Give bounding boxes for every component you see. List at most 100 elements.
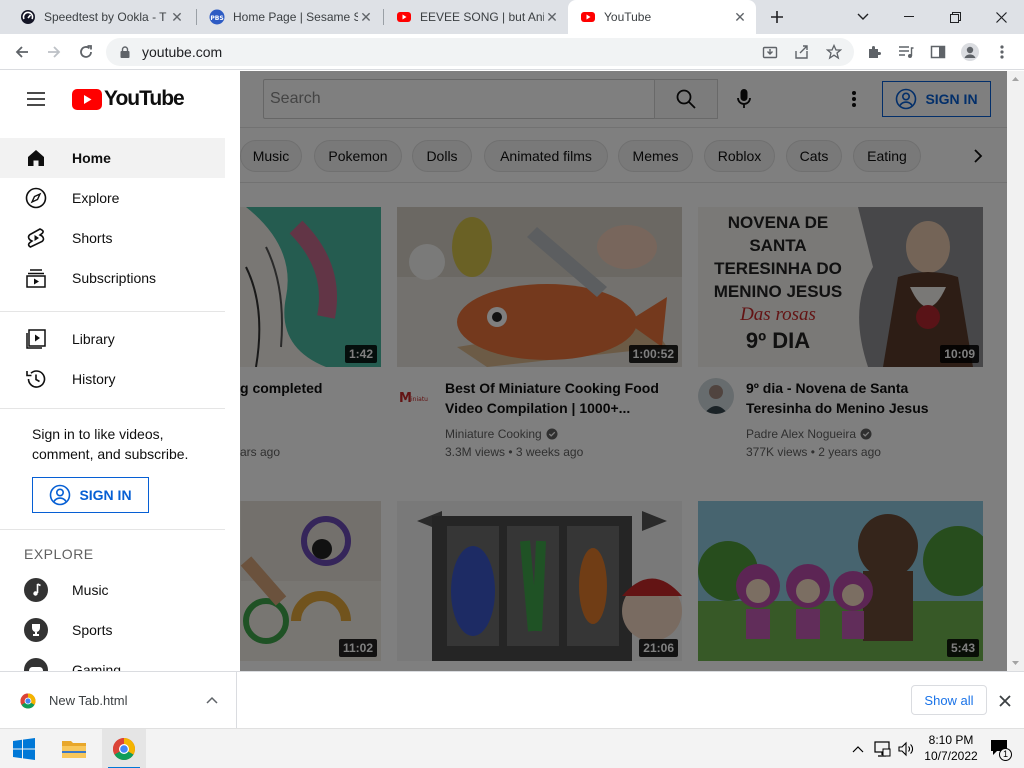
side-panel-button[interactable] [924,38,952,66]
youtube-favicon-icon [581,12,595,22]
youtube-logo-text: YouTube [104,87,185,110]
new-tab-button[interactable] [760,0,794,34]
arrow-left-icon [15,46,28,58]
speedtest-icon [21,10,35,24]
close-tab-icon[interactable]: ✕ [732,9,748,25]
pbs-kids-icon: PBS [209,9,225,25]
guide-item-subscriptions[interactable]: Subscriptions [0,258,225,298]
install-icon [762,46,778,59]
drawer-scrim[interactable] [240,71,1024,671]
windows-taskbar: 8:10 PM 10/7/2022 1 [0,728,1024,768]
tab-speedtest[interactable]: Speedtest by Ookla - T ✕ [8,0,193,34]
tab-eevee-song[interactable]: EEVEE SONG | but Anim ✕ [384,0,568,34]
close-icon [995,11,1007,23]
media-control-button[interactable] [892,38,920,66]
scroll-down-icon [1012,661,1019,665]
guide-item-sports[interactable]: Sports [0,610,225,650]
notification-count-badge: 1 [999,748,1012,761]
bookmark-button[interactable] [820,38,848,66]
tab-title: YouTube [604,10,652,24]
guide-item-history[interactable]: History [0,359,225,399]
page-scrollbar[interactable] [1007,71,1024,671]
account-circle-icon [50,484,71,506]
music-note-icon [24,578,48,602]
close-tab-icon[interactable]: ✕ [169,9,185,25]
guide-item-music[interactable]: Music [0,570,225,610]
file-explorer-button[interactable] [52,729,96,768]
close-download-bar-button[interactable] [996,692,1014,710]
kebab-menu-icon [1000,45,1004,59]
sign-in-label: SIGN IN [79,487,132,503]
chrome-icon [113,738,135,760]
sign-in-prompt: Sign in to like videos, comment, and sub… [32,426,189,462]
chevron-up-icon[interactable] [206,696,218,704]
scroll-up-icon [1012,77,1019,81]
tab-title: Speedtest by Ookla - T [44,10,167,24]
guide-item-library[interactable]: Library [0,319,225,359]
profile-avatar-icon [961,43,979,61]
tab-youtube[interactable]: YouTube ✕ [568,0,756,34]
plus-icon [771,11,783,23]
tab-sesame[interactable]: PBS Home Page | Sesame St ✕ [197,0,382,34]
download-item[interactable]: New Tab.html [0,672,237,729]
guide-item-label: Music [72,582,109,598]
chrome-taskbar-button[interactable] [102,729,146,768]
puzzle-icon [869,46,881,58]
playlist-icon [899,46,914,58]
youtube-logo[interactable]: YouTube [72,87,185,111]
compass-icon [25,187,47,209]
start-button[interactable] [2,729,46,768]
windows-logo-icon [13,738,35,760]
guide-item-explore[interactable]: Explore [0,178,225,218]
extensions-button[interactable] [860,38,888,66]
show-all-downloads-button[interactable]: Show all [911,685,987,715]
guide-item-label: Explore [72,190,120,206]
reload-button[interactable] [72,38,100,66]
guide-item-label: Library [72,331,115,347]
clock-time: 8:10 PM [928,733,974,747]
close-window-button[interactable] [978,0,1024,34]
browser-tab-strip: Speedtest by Ookla - T ✕ PBS Home Page |… [0,0,1024,34]
svg-text:PBS: PBS [210,15,223,22]
install-app-button[interactable] [756,38,784,66]
library-icon [26,329,46,349]
trophy-icon [24,618,48,642]
guide-item-label: Shorts [72,230,113,246]
minimize-button[interactable] [886,0,932,34]
guide-item-home[interactable]: Home [0,138,225,178]
guide-sign-in-button[interactable]: SIGN IN [32,477,149,513]
shorts-icon [27,228,45,248]
guide-divider [0,529,225,530]
speaker-icon [898,741,913,757]
close-tab-icon[interactable]: ✕ [544,9,560,25]
gamepad-icon [24,658,48,671]
arrow-right-icon [48,46,61,58]
close-tab-icon[interactable]: ✕ [358,9,374,25]
show-hidden-icons-button[interactable] [850,741,866,757]
guide-divider [0,311,225,312]
network-button[interactable] [873,740,891,758]
share-button[interactable] [788,38,816,66]
guide-item-gaming[interactable]: Gaming [0,650,225,671]
guide-item-shorts[interactable]: Shorts [0,218,225,258]
guide-drawer: YouTube Home Explore Shorts Subscription… [0,71,240,671]
tab-search-button[interactable] [840,0,886,34]
subscriptions-icon [26,269,46,288]
address-bar[interactable]: youtube.com [106,38,854,66]
chrome-menu-button[interactable] [988,38,1016,66]
restore-icon [949,11,961,23]
profile-button[interactable] [956,38,984,66]
back-button[interactable] [8,38,36,66]
system-clock[interactable]: 8:10 PM 10/7/2022 [920,732,982,764]
browser-toolbar: youtube.com [0,34,1024,70]
forward-button[interactable] [40,38,68,66]
tab-title: EEVEE SONG | but Anim [420,10,544,24]
chrome-file-icon [20,693,36,709]
history-icon [26,370,46,388]
restore-button[interactable] [932,0,978,34]
guide-menu-button[interactable] [16,79,56,119]
guide-item-label: Sports [72,622,113,638]
hamburger-menu-icon [27,92,45,106]
notification-center-button[interactable]: 1 [990,739,1012,761]
volume-button[interactable] [897,740,915,758]
